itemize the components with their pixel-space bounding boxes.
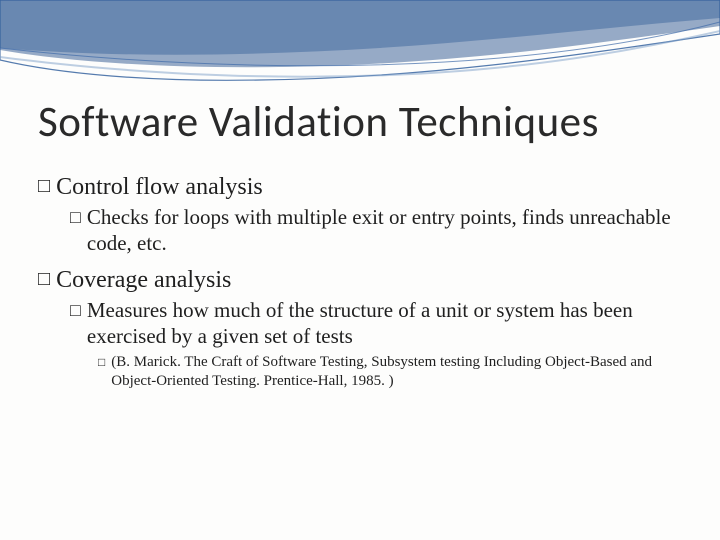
bullet-text: Coverage analysis — [56, 265, 690, 295]
bullet-text: Control flow analysis — [56, 172, 690, 202]
bullet-icon: □ — [98, 355, 105, 370]
bullet-text: Checks for loops with multiple exit or e… — [87, 204, 690, 257]
bullet-level1: □ Coverage analysis — [38, 265, 690, 295]
bullet-text: (B. Marick. The Craft of Software Testin… — [111, 353, 690, 391]
bullet-level2: □ Checks for loops with multiple exit or… — [70, 204, 690, 257]
bullet-icon: □ — [38, 267, 50, 292]
bullet-level1: □ Control flow analysis — [38, 172, 690, 202]
bullet-icon: □ — [38, 174, 50, 199]
slide-content: Software Validation Techniques □ Control… — [38, 95, 690, 391]
slide-title: Software Validation Techniques — [38, 95, 690, 148]
bullet-text: Measures how much of the structure of a … — [87, 297, 690, 350]
header-wave-decoration — [0, 0, 720, 100]
bullet-level2: □ Measures how much of the structure of … — [70, 297, 690, 350]
bullet-level3: □ (B. Marick. The Craft of Software Test… — [98, 353, 690, 391]
bullet-icon: □ — [70, 206, 81, 229]
bullet-icon: □ — [70, 299, 81, 322]
